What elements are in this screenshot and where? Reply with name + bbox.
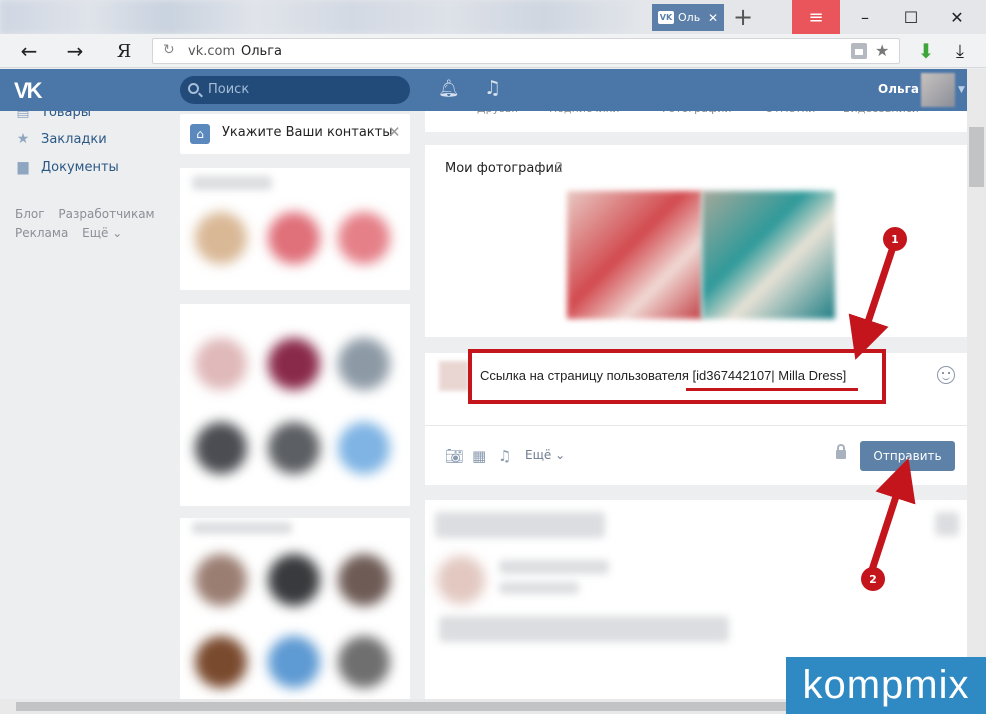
annotation-arrows bbox=[848, 248, 916, 572]
step-badge-1: 1 bbox=[883, 227, 907, 251]
watermark: kompmix bbox=[786, 657, 986, 714]
scrollbar-thumb[interactable] bbox=[969, 127, 984, 187]
arrow-1 bbox=[848, 248, 896, 360]
scrollbar-thumb[interactable] bbox=[16, 702, 786, 711]
vertical-scrollbar[interactable] bbox=[967, 69, 986, 699]
arrow-2 bbox=[868, 458, 916, 572]
step-badge-2: 2 bbox=[861, 567, 885, 591]
